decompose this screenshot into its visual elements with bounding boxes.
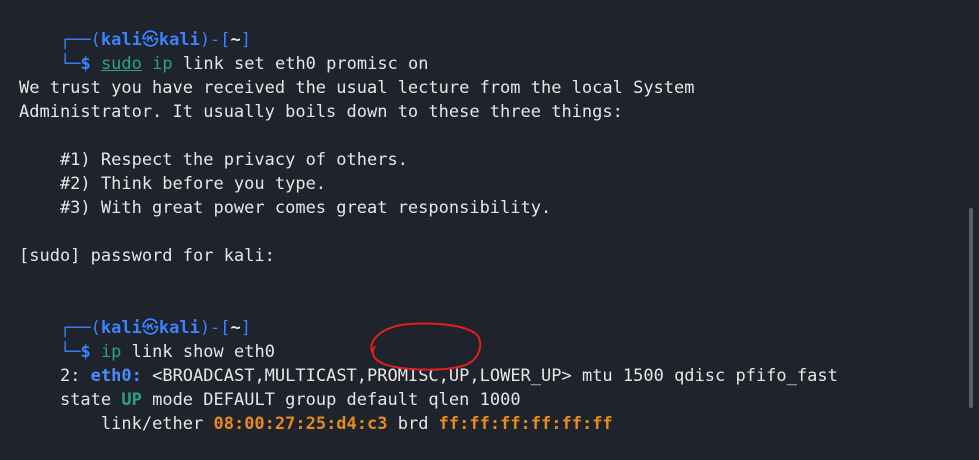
command-ip: ip <box>152 54 173 74</box>
prompt2-line-top: ┌──(kali㉿kali)-[~] <box>19 292 251 338</box>
prompt-line-command: └─$ sudo ip link set eth0 promisc on <box>19 28 429 74</box>
mac-address: 08:00:27:25:d4:c3 <box>213 414 388 434</box>
lecture-item-2: #2) Think before you type. <box>19 174 327 194</box>
prompt-line-top: ┌──(kali㉿kali)-[~] <box>19 4 251 50</box>
terminal-scrollbar[interactable] <box>969 208 973 408</box>
terminal-window[interactable]: ┌──(kali㉿kali)-[~] └─$ sudo ip link set … <box>0 0 979 434</box>
ip-link-output-line-1: 2: eth0: <BROADCAST,MULTICAST,PROMISC,UP… <box>19 340 838 386</box>
link-ether-label: link/ether <box>59 414 214 434</box>
broadcast-address: ff:ff:ff:ff:ff:ff <box>438 414 613 434</box>
lecture-line-2: Administrator. It usually boils down to … <box>19 102 623 122</box>
sudo-password-prompt: [sudo] password for kali: <box>19 246 275 266</box>
lecture-item-3: #3) With great power comes great respons… <box>19 198 552 218</box>
lecture-line-1: We trust you have received the usual lec… <box>19 78 695 98</box>
prompt-box-bottom: └─ <box>59 54 81 74</box>
lecture-item-1: #1) Respect the privacy of others. <box>19 150 408 170</box>
ip-link-output-line-2: state UP mode DEFAULT group default qlen… <box>19 364 521 410</box>
command-sudo: sudo <box>100 54 142 74</box>
prompt2-line-command: └─$ ip link show eth0 <box>19 316 275 362</box>
ip-link-output-line-3: link/ether 08:00:27:25:d4:c3 brd ff:ff:f… <box>19 388 613 434</box>
brd-label: brd <box>387 414 439 434</box>
command-args: link set eth0 promisc on <box>172 54 429 74</box>
prompt-dollar: $ <box>80 54 91 74</box>
